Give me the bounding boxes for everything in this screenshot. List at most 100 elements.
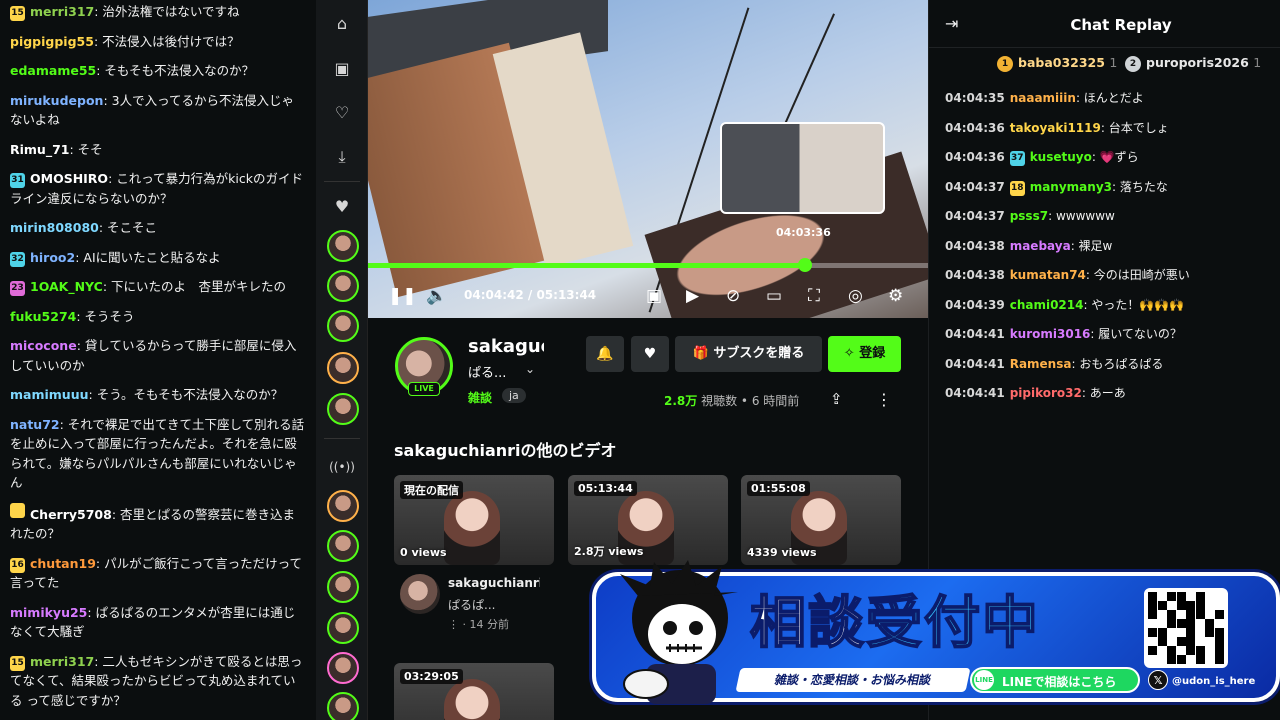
- line-consult-button[interactable]: LINE LINEで相談はこちら: [970, 667, 1140, 693]
- home-icon[interactable]: ⌂: [329, 11, 355, 37]
- chat-username[interactable]: micocone: [10, 338, 77, 353]
- replay-timestamp[interactable]: 04:04:39: [945, 298, 1005, 312]
- category-tag[interactable]: 雑談: [468, 389, 492, 406]
- channel-name[interactable]: sakaguc: [468, 336, 544, 357]
- chat-username[interactable]: natu72: [10, 417, 60, 432]
- chat-username[interactable]: chutan19: [30, 556, 96, 571]
- chat-text: AIに聞いたこと貼るなよ: [83, 249, 221, 265]
- replay-username[interactable]: Ramensa: [1010, 357, 1072, 371]
- following-icon[interactable]: ♡: [329, 100, 355, 126]
- replay-timestamp[interactable]: 04:04:41: [945, 386, 1005, 400]
- seek-bar[interactable]: [368, 258, 928, 272]
- chat-username[interactable]: mimikyu25: [10, 605, 87, 620]
- live-channel-avatar[interactable]: [327, 612, 359, 644]
- replay-text: やった！🙌🙌🙌: [1091, 297, 1185, 312]
- replay-text: おもろぱるぱる: [1079, 356, 1164, 371]
- chat-username[interactable]: fuku5274: [10, 309, 76, 324]
- chevron-down-icon[interactable]: ⌄: [525, 362, 535, 376]
- live-channel-avatar[interactable]: [327, 652, 359, 684]
- top-gifter[interactable]: 1 baba032325 1: [997, 55, 1117, 72]
- chat-username[interactable]: Cherry5708: [30, 507, 112, 522]
- chat-username[interactable]: mirukudepon: [10, 93, 103, 108]
- language-tag[interactable]: ja: [502, 388, 526, 403]
- heart-icon[interactable]: ♥: [329, 194, 355, 220]
- followed-channel-avatar[interactable]: [327, 270, 359, 302]
- gift-subscription-button[interactable]: 🎁 サブスクを贈る: [675, 336, 822, 372]
- sparkle-icon: ✧: [843, 346, 860, 361]
- qr-module: [1195, 610, 1205, 619]
- live-channel-avatar[interactable]: [327, 490, 359, 522]
- replay-username[interactable]: psss7: [1010, 209, 1048, 223]
- notification-bell-button[interactable]: 🔔: [586, 336, 624, 372]
- video-channel-avatar[interactable]: [400, 574, 440, 614]
- live-channel-avatar[interactable]: [327, 692, 359, 720]
- picture-in-picture-icon[interactable]: ▣: [646, 284, 662, 308]
- replay-username[interactable]: kuromi3016: [1010, 327, 1091, 341]
- replay-username[interactable]: manymany3: [1030, 180, 1112, 194]
- video-channel-name[interactable]: sakaguchianri: [448, 576, 540, 590]
- followed-channel-avatar[interactable]: [327, 393, 359, 425]
- chat-message: Cherry5708: 杏里とぱるの警察芸に巻き込まれたの？: [10, 502, 306, 544]
- chat-username[interactable]: OMOSHIRO: [30, 171, 108, 186]
- chat-username[interactable]: merri317: [30, 4, 94, 19]
- pause-icon[interactable]: ❚❚: [388, 284, 417, 308]
- replay-timestamp[interactable]: 04:04:37: [945, 180, 1005, 194]
- theater-mode-icon[interactable]: ▭: [766, 284, 782, 308]
- broadcast-icon[interactable]: ((•)): [329, 454, 355, 480]
- seek-bar-handle[interactable]: [798, 258, 812, 272]
- clip-icon[interactable]: ▶: [686, 284, 699, 308]
- live-badge: LIVE: [408, 382, 440, 396]
- qr-module: [1214, 655, 1224, 664]
- settings-gear-icon[interactable]: ⚙: [888, 284, 903, 308]
- playback-speed-icon[interactable]: ◎: [848, 284, 863, 308]
- replay-timestamp[interactable]: 04:04:38: [945, 239, 1005, 253]
- replay-timestamp[interactable]: 04:04:37: [945, 209, 1005, 223]
- replay-timestamp[interactable]: 04:04:38: [945, 268, 1005, 282]
- replay-username[interactable]: takoyaki1119: [1010, 121, 1101, 135]
- replay-username[interactable]: kusetuyo: [1030, 150, 1092, 164]
- qr-module: [1167, 610, 1176, 619]
- replay-username[interactable]: kumatan74: [1010, 268, 1086, 282]
- subscriber-badge-icon: 18: [1009, 180, 1025, 196]
- chat-username[interactable]: Rimu_71: [10, 142, 69, 157]
- chat-username[interactable]: mirin808080: [10, 220, 99, 235]
- video-age: ⋮ · 14 分前: [448, 616, 509, 632]
- replay-message: 04:04:41 Ramensa: おもろぱるぱる: [945, 356, 1164, 371]
- followed-channel-avatar[interactable]: [327, 310, 359, 342]
- share-icon[interactable]: ⇪: [830, 390, 843, 408]
- x-handle[interactable]: 𝕏 @udon_is_here: [1148, 670, 1255, 690]
- subscribe-button[interactable]: ✧ 登録: [828, 336, 901, 372]
- captions-off-icon[interactable]: ⊘: [726, 284, 740, 308]
- chat-username[interactable]: edamame55: [10, 63, 96, 78]
- video-title[interactable]: ぱるぱ...: [448, 596, 495, 613]
- follow-heart-button[interactable]: ♥: [631, 336, 669, 372]
- followed-channel-avatar[interactable]: [327, 352, 359, 384]
- replay-username[interactable]: pipikoro32: [1010, 386, 1082, 400]
- chat-username[interactable]: merri317: [30, 654, 94, 669]
- live-channel-avatar[interactable]: [327, 530, 359, 562]
- chat-username[interactable]: mamimuuu: [10, 387, 89, 402]
- qr-code: [1144, 588, 1228, 668]
- top-gifter[interactable]: 2 puroporis2026 1: [1125, 55, 1261, 72]
- replay-username[interactable]: naaamiiin: [1010, 91, 1076, 105]
- chat-username[interactable]: pigpigpig55: [10, 34, 94, 49]
- browse-icon[interactable]: ▣: [329, 56, 355, 82]
- replay-timestamp[interactable]: 04:04:41: [945, 327, 1005, 341]
- replay-timestamp[interactable]: 04:04:36: [945, 150, 1005, 164]
- replay-timestamp[interactable]: 04:04:36: [945, 121, 1005, 135]
- followed-channel-avatar[interactable]: [327, 230, 359, 262]
- fullscreen-icon[interactable]: ⛶: [808, 284, 820, 308]
- replay-timestamp[interactable]: 04:04:41: [945, 357, 1005, 371]
- download-icon[interactable]: ⤓: [329, 144, 355, 170]
- live-channel-avatar[interactable]: [327, 571, 359, 603]
- more-options-icon[interactable]: ⋮: [876, 390, 892, 409]
- subscriber-badge-icon: 15: [10, 655, 25, 671]
- chat-username[interactable]: hiroo2: [30, 250, 75, 265]
- video-card[interactable]: 03:29:05: [394, 663, 554, 720]
- replay-username[interactable]: chami0214: [1010, 298, 1084, 312]
- replay-timestamp[interactable]: 04:04:35: [945, 91, 1005, 105]
- volume-icon[interactable]: 🔈: [426, 284, 447, 308]
- chat-username[interactable]: 1OAK_NYC: [30, 279, 103, 294]
- replay-username[interactable]: maebaya: [1010, 239, 1071, 253]
- video-card[interactable]: 現在の配信 0 views: [394, 475, 554, 565]
